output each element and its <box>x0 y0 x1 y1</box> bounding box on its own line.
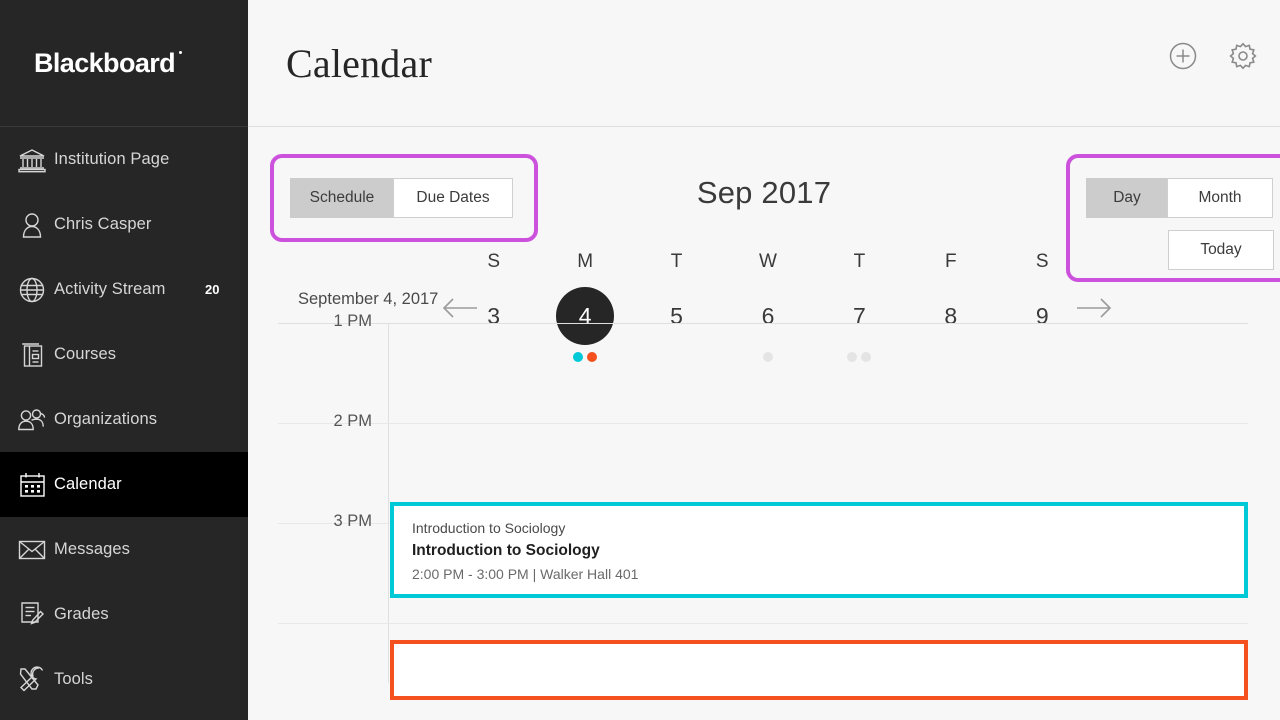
hour-row[interactable]: 1 PM <box>278 312 1248 424</box>
tools-icon <box>10 666 54 693</box>
sidebar-item-label: Institution Page <box>54 150 170 168</box>
hour-label: 1 PM <box>333 312 372 330</box>
sidebar-item-profile[interactable]: Chris Casper <box>0 192 248 257</box>
blackboard-calendar-app: Blackboard Institution Page Chris Casper… <box>0 0 1280 720</box>
courses-icon <box>10 342 54 368</box>
sidebar-item-label: Calendar <box>54 475 122 493</box>
sidebar-item-institution-page[interactable]: Institution Page <box>0 127 248 192</box>
hour-label: 2 PM <box>333 412 372 430</box>
day-of-week-label: W <box>759 251 777 272</box>
institution-icon <box>10 147 54 173</box>
view-tab-month[interactable]: Month <box>1167 178 1273 218</box>
calendar-event-card[interactable]: Introduction to Sociology Introduction t… <box>390 502 1248 598</box>
calendar-event-card[interactable] <box>390 640 1248 700</box>
gear-icon <box>1229 42 1257 73</box>
sidebar-item-grades[interactable]: Grades <box>0 582 248 647</box>
sidebar-item-activity-stream[interactable]: Activity Stream 20 <box>0 257 248 322</box>
sidebar-item-calendar[interactable]: Calendar <box>0 452 248 517</box>
user-icon <box>10 212 54 238</box>
hour-label: 3 PM <box>333 512 372 530</box>
day-of-week-label: T <box>853 251 866 272</box>
activity-stream-badge: 20 <box>205 282 220 297</box>
event-course-name: Introduction to Sociology <box>412 520 566 536</box>
page-header: Calendar <box>248 0 1280 127</box>
day-of-week-label: S <box>1035 251 1049 272</box>
main-content: Calendar Schedule Due Dates Sep 2017 Day… <box>248 0 1280 720</box>
page-title: Calendar <box>286 40 432 86</box>
calendar-icon <box>10 471 54 498</box>
sidebar-item-tools[interactable]: Tools <box>0 647 248 712</box>
day-of-week-label: T <box>670 251 683 272</box>
view-toggle-group: Day Month <box>1086 178 1273 218</box>
calendar-settings-button[interactable] <box>1228 42 1258 72</box>
plus-circle-icon <box>1169 42 1197 73</box>
sidebar-item-organizations[interactable]: Organizations <box>0 387 248 452</box>
day-of-week-label: M <box>577 251 594 272</box>
sidebar-item-messages[interactable]: Messages <box>0 517 248 582</box>
envelope-icon <box>10 539 54 561</box>
day-of-week-label: F <box>945 251 957 272</box>
today-button[interactable]: Today <box>1168 230 1274 270</box>
sidebar-item-label: Courses <box>54 345 117 363</box>
sidebar: Blackboard Institution Page Chris Casper… <box>0 0 248 720</box>
sidebar-nav: Institution Page Chris Casper Activity S… <box>0 127 248 712</box>
globe-icon <box>10 277 54 303</box>
hour-grid: 1 PM 2 PM 3 PM Introduction to Sociology… <box>278 312 1248 700</box>
sidebar-item-label: Messages <box>54 540 131 558</box>
header-actions <box>1168 42 1258 72</box>
event-title: Introduction to Sociology <box>412 542 600 559</box>
day-schedule: September 4, 2017 1 PM 2 PM 3 PM Introdu… <box>248 290 1280 720</box>
grades-icon <box>10 601 54 628</box>
day-of-week-label: S <box>487 251 501 272</box>
view-tab-day[interactable]: Day <box>1086 178 1168 218</box>
sidebar-item-label: Chris Casper <box>54 215 152 233</box>
sidebar-item-label: Grades <box>54 605 109 623</box>
sidebar-item-label: Organizations <box>54 410 158 428</box>
organizations-icon <box>10 408 54 432</box>
schedule-date-heading: September 4, 2017 <box>298 290 439 308</box>
sidebar-item-label: Activity Stream <box>54 280 166 298</box>
sidebar-item-label: Tools <box>54 670 94 688</box>
brand-logo-text: Blackboard <box>34 47 183 78</box>
event-time-location: 2:00 PM - 3:00 PM | Walker Hall 401 <box>412 565 639 582</box>
add-event-button[interactable] <box>1168 42 1198 72</box>
brand-logo[interactable]: Blackboard <box>0 0 248 127</box>
sidebar-item-courses[interactable]: Courses <box>0 322 248 387</box>
